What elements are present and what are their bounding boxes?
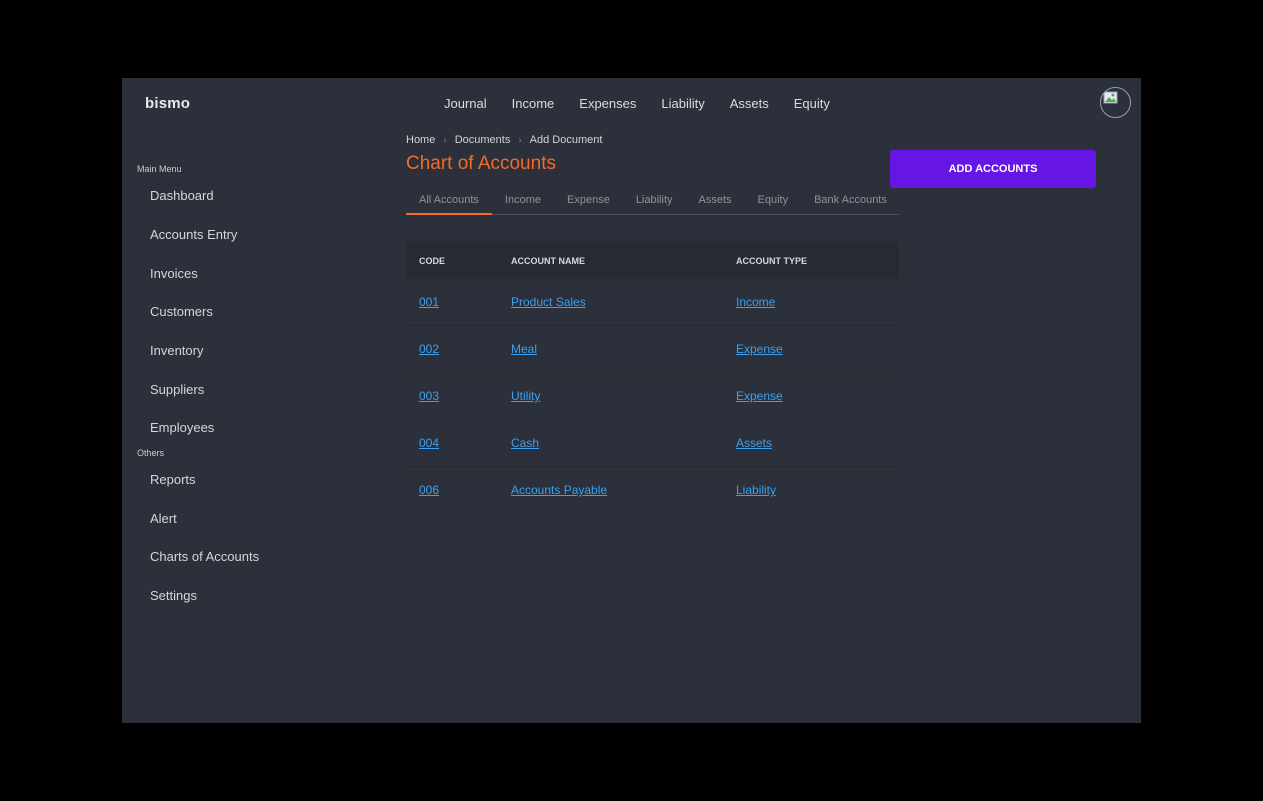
tab-income[interactable]: Income — [492, 188, 554, 213]
account-name-link[interactable]: Meal — [511, 342, 537, 356]
app-window: bismo Main Menu Dashboard Accounts Entry… — [122, 78, 1141, 723]
add-accounts-button[interactable]: ADD ACCOUNTS — [890, 150, 1096, 188]
account-type-link[interactable]: Assets — [736, 436, 772, 450]
topnav-journal[interactable]: Journal — [444, 96, 487, 111]
topnav-expenses[interactable]: Expenses — [579, 96, 636, 111]
main-menu-heading: Main Menu — [137, 164, 182, 174]
breadcrumb-home[interactable]: Home — [406, 134, 435, 146]
account-type-link[interactable]: Expense — [736, 389, 783, 403]
accounts-table: CODE ACCOUNT NAME ACCOUNT TYPE 001 Produ… — [406, 241, 899, 513]
tab-expense[interactable]: Expense — [554, 188, 623, 213]
tab-equity[interactable]: Equity — [745, 188, 802, 213]
topnav-income[interactable]: Income — [512, 96, 555, 111]
sidebar-item-accounts-entry[interactable]: Accounts Entry — [150, 227, 237, 242]
sidebar-item-dashboard[interactable]: Dashboard — [150, 188, 214, 203]
topnav-equity[interactable]: Equity — [794, 96, 830, 111]
account-type-link[interactable]: Liability — [736, 483, 776, 497]
sidebar-item-alert[interactable]: Alert — [150, 511, 177, 526]
column-header-account-type: ACCOUNT TYPE — [736, 256, 808, 266]
account-tabs: All Accounts Income Expense Liability As… — [406, 188, 899, 215]
topnav-liability[interactable]: Liability — [661, 96, 704, 111]
account-code-link[interactable]: 002 — [419, 342, 439, 356]
sidebar-item-settings[interactable]: Settings — [150, 588, 197, 603]
account-name-link[interactable]: Cash — [511, 436, 539, 450]
topnav-assets[interactable]: Assets — [730, 96, 769, 111]
breadcrumb-documents[interactable]: Documents — [455, 134, 511, 146]
column-header-account-name: ACCOUNT NAME — [511, 256, 585, 266]
chevron-right-icon: › — [518, 134, 522, 146]
breadcrumb-add-document: Add Document — [529, 134, 603, 146]
top-nav: Journal Income Expenses Liability Assets… — [444, 96, 855, 111]
brand-logo[interactable]: bismo — [145, 95, 190, 112]
account-name-link[interactable]: Accounts Payable — [511, 483, 607, 497]
table-row: 001 Product Sales Income — [406, 279, 899, 326]
account-code-link[interactable]: 003 — [419, 389, 439, 403]
tab-bank-accounts[interactable]: Bank Accounts — [801, 188, 900, 213]
table-row: 002 Meal Expense — [406, 326, 899, 373]
page-title: Chart of Accounts — [406, 153, 556, 174]
sidebar: bismo Main Menu Dashboard Accounts Entry… — [122, 78, 382, 723]
sidebar-item-reports[interactable]: Reports — [150, 472, 196, 487]
tab-liability[interactable]: Liability — [623, 188, 686, 213]
broken-image-icon — [1103, 91, 1118, 104]
sidebar-item-invoices[interactable]: Invoices — [150, 266, 198, 281]
user-avatar[interactable] — [1100, 87, 1131, 118]
account-name-link[interactable]: Utility — [511, 389, 540, 403]
others-heading: Others — [137, 448, 165, 458]
table-row: 003 Utility Expense — [406, 373, 899, 420]
account-code-link[interactable]: 006 — [419, 483, 439, 497]
account-name-link[interactable]: Product Sales — [511, 295, 586, 309]
chevron-right-icon: › — [443, 134, 447, 146]
account-type-link[interactable]: Expense — [736, 342, 783, 356]
table-row: 006 Accounts Payable Liability — [406, 467, 899, 513]
table-row: 004 Cash Assets — [406, 420, 899, 467]
sidebar-item-charts-of-accounts[interactable]: Charts of Accounts — [150, 549, 259, 564]
sidebar-item-employees[interactable]: Employees — [150, 420, 214, 435]
column-header-code: CODE — [419, 256, 446, 266]
sidebar-item-suppliers[interactable]: Suppliers — [150, 382, 204, 397]
sidebar-item-customers[interactable]: Customers — [150, 304, 213, 319]
breadcrumb: Home › Documents › Add Document — [406, 134, 602, 146]
account-type-link[interactable]: Income — [736, 295, 775, 309]
tab-assets[interactable]: Assets — [686, 188, 745, 213]
sidebar-item-inventory[interactable]: Inventory — [150, 343, 203, 358]
account-code-link[interactable]: 004 — [419, 436, 439, 450]
account-code-link[interactable]: 001 — [419, 295, 439, 309]
table-header: CODE ACCOUNT NAME ACCOUNT TYPE — [406, 241, 899, 279]
tab-all-accounts[interactable]: All Accounts — [406, 188, 492, 215]
